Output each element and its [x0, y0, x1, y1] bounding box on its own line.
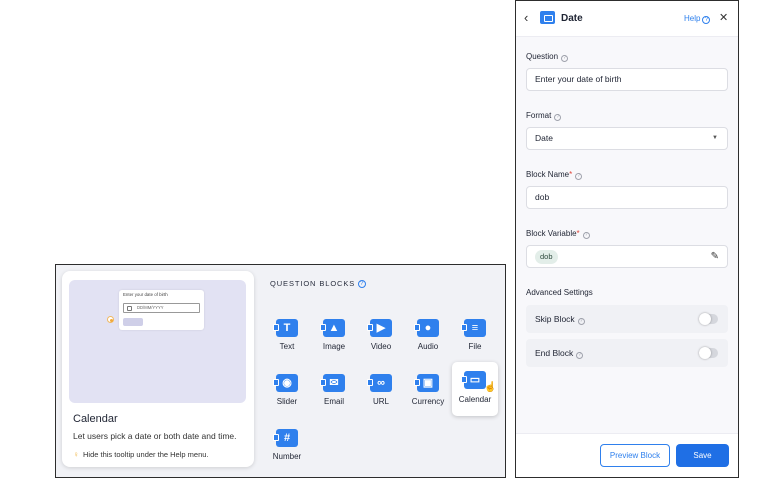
- end-block-label: End Block?: [535, 348, 584, 359]
- block-name-label: Block Name*?: [526, 170, 583, 180]
- help-icon[interactable]: ?: [358, 280, 367, 288]
- block-label: Video: [370, 342, 392, 351]
- format-label: Format?: [526, 111, 562, 121]
- calendar-icon: ▭: [461, 371, 486, 389]
- block-name-input[interactable]: dob: [526, 186, 728, 209]
- skip-block-toggle[interactable]: [699, 313, 718, 325]
- block-url[interactable]: ∞ URL: [358, 368, 404, 416]
- question-label-text: Question: [526, 52, 559, 61]
- link-icon: ∞: [367, 374, 392, 392]
- block-name-label-text: Block Name: [526, 170, 570, 179]
- caret-down-icon: ▼: [712, 135, 718, 141]
- block-label: Text: [279, 342, 295, 351]
- block-tooltip-card: Enter your date of birth DD/MM/YYYY Cale…: [62, 271, 254, 467]
- end-block-toggle[interactable]: [699, 347, 718, 359]
- preview-date-input: DD/MM/YYYY: [123, 303, 200, 313]
- format-label-text: Format: [526, 111, 552, 120]
- hand-cursor-icon: ☝: [484, 382, 497, 393]
- block-settings-panel: ‹ Date Help? ✕ Question? Enter your date…: [515, 0, 739, 478]
- block-variable-label: Block Variable*?: [526, 229, 590, 239]
- video-icon: ▶: [367, 319, 392, 337]
- tooltip-title: Calendar: [73, 413, 118, 425]
- tooltip-hint: ♀ Hide this tooltip under the Help menu.: [73, 450, 209, 459]
- question-label: Question?: [526, 52, 569, 62]
- block-label: Image: [322, 342, 346, 351]
- block-label: Audio: [417, 342, 439, 351]
- save-button[interactable]: Save: [676, 444, 729, 467]
- tooltip-description: Let users pick a date or both date and t…: [73, 431, 237, 441]
- end-block-row: End Block?: [526, 339, 728, 367]
- skip-block-label: Skip Block?: [535, 314, 585, 325]
- block-label: URL: [372, 397, 389, 406]
- block-email[interactable]: ✉ Email: [311, 368, 357, 416]
- text-icon: T: [273, 319, 298, 337]
- variable-chip: dob: [535, 250, 558, 264]
- panel-header: ‹ Date Help? ✕: [516, 1, 738, 37]
- skip-block-row: Skip Block?: [526, 305, 728, 333]
- info-icon[interactable]: ?: [577, 318, 585, 325]
- block-text[interactable]: T Text: [264, 313, 310, 361]
- panel-footer: Preview Block Save: [516, 433, 738, 477]
- end-block-label-text: End Block: [535, 348, 574, 358]
- pencil-edit-icon[interactable]: ✎: [711, 246, 719, 267]
- info-icon[interactable]: ?: [582, 232, 590, 239]
- preview-submit-button: [123, 318, 143, 326]
- help-link[interactable]: Help?: [684, 14, 711, 24]
- info-icon[interactable]: ?: [554, 114, 562, 121]
- block-calendar[interactable]: ▭ Calendar ☝: [452, 362, 498, 416]
- block-label: Currency: [411, 397, 445, 406]
- block-label: Number: [272, 452, 302, 461]
- lightbulb-icon: ♀: [73, 450, 79, 459]
- advanced-settings-heading: Advanced Settings: [526, 288, 593, 297]
- panel-title: Date: [561, 13, 583, 24]
- help-icon[interactable]: ?: [702, 16, 711, 24]
- help-link-text[interactable]: Help: [684, 14, 700, 23]
- block-label: Calendar: [458, 395, 492, 404]
- block-label: Email: [323, 397, 344, 406]
- preview-placeholder: DD/MM/YYYY: [137, 305, 164, 310]
- calendar-icon: [127, 305, 132, 311]
- close-icon[interactable]: ✕: [719, 11, 728, 24]
- block-slider[interactable]: ◉ Slider: [264, 368, 310, 416]
- image-icon: ▲: [320, 319, 345, 337]
- hash-icon: #: [273, 429, 298, 447]
- preview-question-card: Enter your date of birth DD/MM/YYYY: [119, 290, 204, 330]
- slider-icon: ◉: [273, 374, 298, 392]
- skip-block-label-text: Skip Block: [535, 314, 575, 324]
- block-variable-label-text: Block Variable: [526, 229, 577, 238]
- info-icon[interactable]: ?: [576, 352, 584, 359]
- preview-question-title: Enter your date of birth: [123, 292, 168, 297]
- question-blocks-header: QUESTION BLOCKS?: [270, 279, 367, 288]
- block-variable-field[interactable]: dob ✎: [526, 245, 728, 268]
- required-asterisk: *: [576, 229, 580, 238]
- block-image[interactable]: ▲ Image: [311, 313, 357, 361]
- block-label: File: [468, 342, 482, 351]
- hotspot-dot-icon: [107, 316, 114, 323]
- block-audio[interactable]: ● Audio: [405, 313, 451, 361]
- block-video[interactable]: ▶ Video: [358, 313, 404, 361]
- info-icon[interactable]: ?: [575, 173, 583, 180]
- date-block-icon: [540, 11, 555, 24]
- microphone-icon: ●: [414, 319, 439, 337]
- question-blocks-frame: Enter your date of birth DD/MM/YYYY Cale…: [55, 264, 506, 478]
- question-input[interactable]: Enter your date of birth: [526, 68, 728, 91]
- format-selected-value: Date: [535, 133, 553, 143]
- info-icon[interactable]: ?: [561, 55, 569, 62]
- question-blocks-title: QUESTION BLOCKS: [270, 279, 356, 288]
- chevron-left-icon[interactable]: ‹: [524, 10, 528, 25]
- wallet-icon: ▣: [414, 374, 439, 392]
- preview-block-button[interactable]: Preview Block: [600, 444, 670, 467]
- file-icon: ≡: [461, 319, 486, 337]
- email-icon: ✉: [320, 374, 345, 392]
- block-file[interactable]: ≡ File: [452, 313, 498, 361]
- block-label: Slider: [276, 397, 298, 406]
- format-select[interactable]: Date ▼: [526, 127, 728, 150]
- block-preview-image: Enter your date of birth DD/MM/YYYY: [69, 280, 246, 403]
- block-currency[interactable]: ▣ Currency: [405, 368, 451, 416]
- block-number[interactable]: # Number: [264, 423, 310, 471]
- required-asterisk: *: [569, 170, 573, 179]
- tooltip-hint-text: Hide this tooltip under the Help menu.: [83, 450, 209, 459]
